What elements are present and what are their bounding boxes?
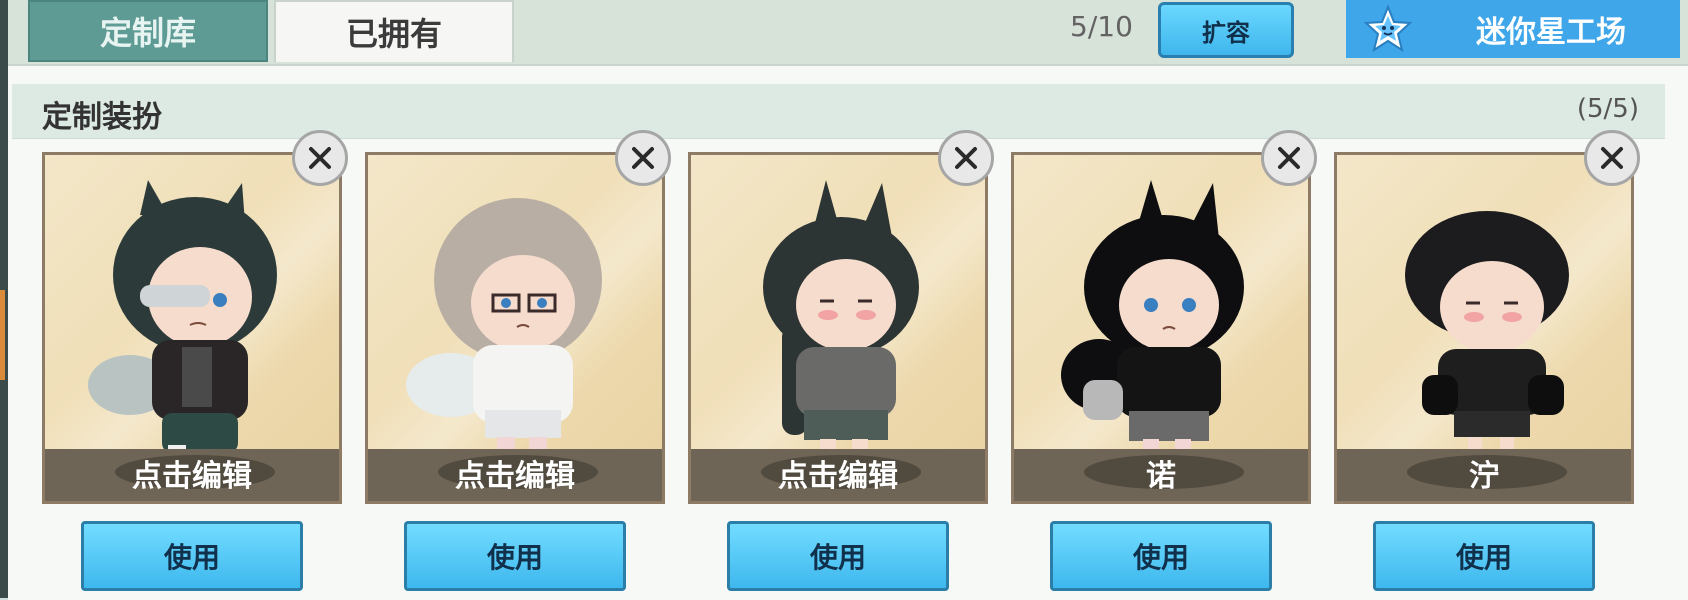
use-button[interactable]: 使用 bbox=[727, 521, 949, 591]
close-icon bbox=[1601, 147, 1623, 169]
outfit-card[interactable]: 诺 bbox=[1011, 152, 1311, 504]
star-icon bbox=[1346, 0, 1430, 58]
delete-outfit-button[interactable] bbox=[1261, 130, 1317, 186]
close-icon bbox=[632, 147, 654, 169]
avatar-character bbox=[88, 180, 277, 463]
expand-button[interactable]: 扩容 bbox=[1158, 2, 1294, 58]
close-icon bbox=[309, 147, 331, 169]
delete-outfit-button[interactable] bbox=[1584, 130, 1640, 186]
avatar-character bbox=[763, 180, 919, 461]
outfit-card[interactable]: 点击编辑 bbox=[42, 152, 342, 504]
delete-outfit-button[interactable] bbox=[938, 130, 994, 186]
use-button[interactable]: 使用 bbox=[1050, 521, 1272, 591]
outfit-name: 诺 bbox=[1146, 459, 1176, 494]
delete-outfit-button[interactable] bbox=[615, 130, 671, 186]
section-header: 定制装扮 (5/5) bbox=[12, 84, 1665, 139]
avatar-character bbox=[406, 198, 602, 461]
workshop-label: 迷你星工场 bbox=[1476, 15, 1626, 50]
outfit-name: 点击编辑 bbox=[132, 459, 252, 494]
avatar-character bbox=[1405, 211, 1569, 459]
outfit-card[interactable]: 泞 bbox=[1334, 152, 1634, 504]
use-button[interactable]: 使用 bbox=[1373, 521, 1595, 591]
outfit-name: 点击编辑 bbox=[455, 459, 575, 494]
outfit-card[interactable]: 点击编辑 bbox=[365, 152, 665, 504]
use-button[interactable]: 使用 bbox=[404, 521, 626, 591]
delete-outfit-button[interactable] bbox=[292, 130, 348, 186]
outfit-name: 泞 bbox=[1469, 459, 1499, 494]
tab-custom-library[interactable]: 定制库 bbox=[28, 0, 268, 62]
close-icon bbox=[1278, 147, 1300, 169]
avatar-character bbox=[1061, 180, 1244, 463]
close-icon bbox=[955, 147, 977, 169]
section-count: (5/5) bbox=[1576, 94, 1639, 124]
tab-owned[interactable]: 已拥有 bbox=[274, 0, 514, 62]
left-edge-strip bbox=[0, 0, 8, 598]
use-button[interactable]: 使用 bbox=[81, 521, 303, 591]
outfit-name: 点击编辑 bbox=[778, 459, 898, 494]
capacity-counter: 5/10 bbox=[1070, 10, 1133, 43]
top bbox=[796, 347, 896, 417]
left-edge-accent bbox=[0, 290, 5, 380]
outfit-card[interactable]: 点击编辑 bbox=[688, 152, 988, 504]
section-title: 定制装扮 bbox=[42, 100, 162, 135]
mini-star-workshop-button[interactable]: 迷你星工场 bbox=[1346, 0, 1680, 58]
top bbox=[1117, 347, 1221, 417]
